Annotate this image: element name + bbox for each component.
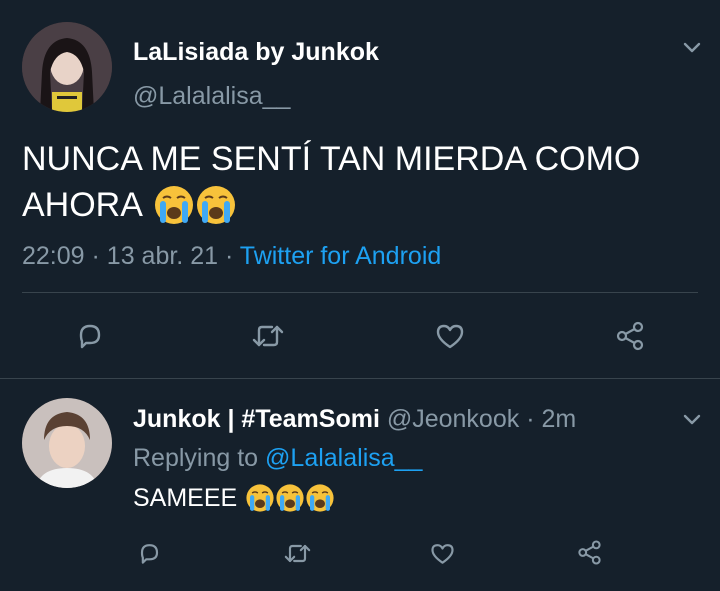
reply-icon xyxy=(140,543,158,564)
chevron-down-icon[interactable] xyxy=(683,414,701,426)
loudly-crying-face-icon xyxy=(276,484,304,512)
tweet-text-line-1: NUNCA ME SENTÍ TAN MIERDA COMO xyxy=(22,140,641,178)
tweet-text-line-2: AHORA xyxy=(22,184,237,226)
section-divider xyxy=(0,378,720,379)
author-avatar[interactable] xyxy=(22,22,112,112)
tweet-date[interactable]: 13 abr. 21 xyxy=(107,242,218,270)
loudly-crying-face-icon xyxy=(246,484,274,512)
reply-age[interactable]: 2m xyxy=(541,405,576,433)
chevron-down-icon[interactable] xyxy=(683,42,701,54)
replying-to: Replying to @Lalalalisa__ xyxy=(133,444,422,473)
reply-retweet-button[interactable] xyxy=(282,538,312,568)
reply-reply-button[interactable] xyxy=(134,538,164,568)
like-button[interactable] xyxy=(432,318,468,354)
meta-separator: · xyxy=(91,242,100,270)
avatar-photo xyxy=(22,398,112,488)
loudly-crying-face-icon xyxy=(196,186,235,224)
reply-handle[interactable]: @Jeonkook xyxy=(387,405,519,433)
reply-text: SAMEEE xyxy=(133,483,335,513)
reply-text-content: SAMEEE xyxy=(133,483,238,512)
avatar-photo xyxy=(22,22,112,112)
reply-icon xyxy=(79,324,101,349)
tweet-time[interactable]: 22:09 xyxy=(22,242,85,270)
tweet-divider xyxy=(22,292,698,293)
reply-display-name[interactable]: Junkok | #TeamSomi xyxy=(133,405,380,433)
like-icon xyxy=(436,324,464,349)
share-icon xyxy=(616,321,644,351)
author-handle[interactable]: @Lalalalisa__ xyxy=(133,82,290,111)
share-button[interactable] xyxy=(612,318,648,354)
like-icon xyxy=(430,543,454,564)
tweet-meta: 22:09 · 13 abr. 21 · Twitter for Android xyxy=(22,242,441,271)
share-icon xyxy=(577,540,601,564)
reply-button[interactable] xyxy=(72,318,108,354)
retweet-button[interactable] xyxy=(250,318,286,354)
replying-to-handle[interactable]: @Lalalalisa__ xyxy=(265,444,422,472)
retweet-icon xyxy=(284,544,310,562)
reply-header: Junkok | #TeamSomi @Jeonkook · 2m xyxy=(133,405,576,434)
reply-like-button[interactable] xyxy=(427,538,457,568)
loudly-crying-face-icon xyxy=(154,186,193,224)
meta-separator: · xyxy=(526,405,535,433)
author-display-name[interactable]: LaLisiada by Junkok xyxy=(133,38,379,67)
reply-share-button[interactable] xyxy=(574,537,604,567)
tweet-source-link[interactable]: Twitter for Android xyxy=(240,242,441,270)
tweet-text-line-2-text: AHORA xyxy=(22,185,143,224)
meta-separator: · xyxy=(224,242,234,270)
reply-avatar[interactable] xyxy=(22,398,112,488)
replying-to-label: Replying to xyxy=(133,444,259,472)
loudly-crying-face-icon xyxy=(306,484,334,512)
retweet-icon xyxy=(252,325,284,347)
